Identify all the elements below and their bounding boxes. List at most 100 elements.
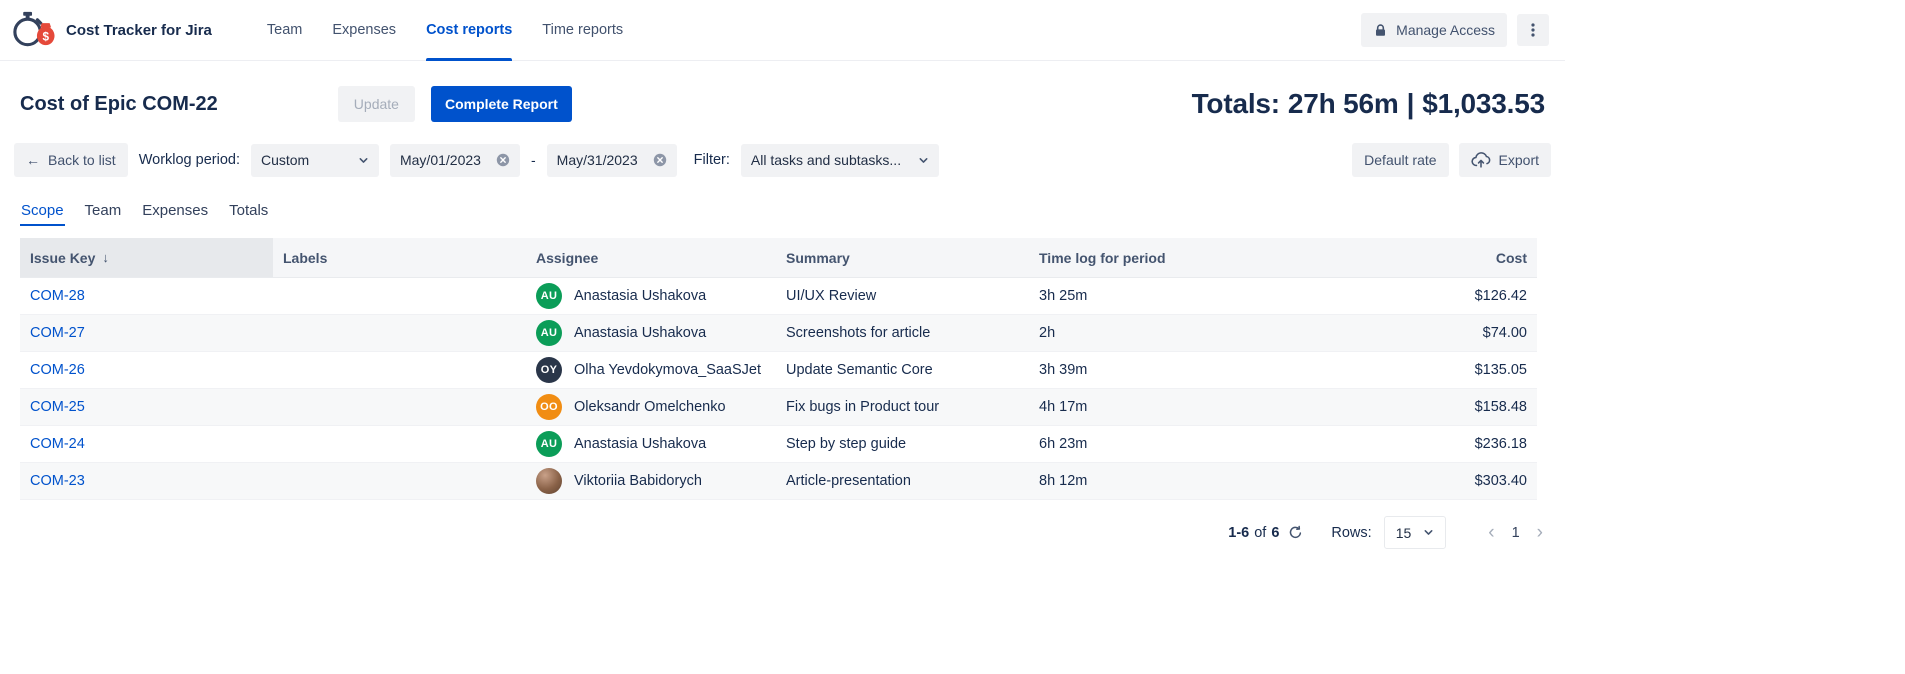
summary-cell: Update Semantic Core xyxy=(776,362,1029,378)
table-row: COM-24 AU Anastasia Ushakova Step by ste… xyxy=(20,426,1537,463)
refresh-button[interactable] xyxy=(1288,525,1303,540)
nav-item-expenses[interactable]: Expenses xyxy=(317,0,411,60)
report-tabs: Scope Team Expenses Totals xyxy=(0,202,1565,226)
summary-cell: Fix bugs in Product tour xyxy=(776,399,1029,415)
issue-key-link[interactable]: COM-26 xyxy=(30,362,85,378)
filter-bar: ← Back to list Worklog period: Custom Ma… xyxy=(0,143,1565,177)
assignee-avatar: OO xyxy=(536,394,562,420)
back-to-list-button[interactable]: ← Back to list xyxy=(14,143,128,177)
complete-report-button[interactable]: Complete Report xyxy=(431,86,572,122)
svg-text:$: $ xyxy=(42,30,49,43)
table-row: COM-23 Viktoriia Babidorych Article-pres… xyxy=(20,463,1537,500)
range-of-label: of xyxy=(1254,525,1266,541)
lock-icon xyxy=(1373,23,1388,38)
totals-time: 27h 56m xyxy=(1288,88,1399,120)
assignee-name: Olha Yevdokymova_SaaSJet xyxy=(574,362,761,378)
tab-totals[interactable]: Totals xyxy=(228,202,269,226)
default-rate-button[interactable]: Default rate xyxy=(1352,143,1448,177)
kebab-icon xyxy=(1525,22,1541,38)
clear-icon xyxy=(653,153,667,167)
date-range-separator: - xyxy=(531,152,536,168)
range-total: 6 xyxy=(1271,525,1279,541)
table-header-row: Issue Key ↓ Labels Assignee Summary Time… xyxy=(20,238,1537,278)
column-header-cost[interactable]: Cost xyxy=(1282,238,1537,277)
column-header-assignee[interactable]: Assignee xyxy=(526,238,776,277)
manage-access-button[interactable]: Manage Access xyxy=(1361,13,1507,47)
rows-per-page-label: Rows: xyxy=(1331,525,1371,541)
tab-expenses[interactable]: Expenses xyxy=(141,202,209,226)
totals-summary: Totals: 27h 56m | $1,033.53 xyxy=(1192,88,1545,120)
issue-key-link[interactable]: COM-25 xyxy=(30,399,85,415)
assignee-name: Anastasia Ushakova xyxy=(574,325,706,341)
rows-per-page-value: 15 xyxy=(1396,525,1412,541)
next-page-button[interactable]: › xyxy=(1535,523,1545,542)
refresh-icon xyxy=(1288,525,1303,540)
issue-key-link[interactable]: COM-28 xyxy=(30,288,85,304)
worklog-period-select[interactable]: Custom xyxy=(251,144,379,177)
date-to-input[interactable]: May/31/2023 xyxy=(547,144,677,177)
nav-item-time-reports[interactable]: Time reports xyxy=(527,0,638,60)
time-log-cell: 2h xyxy=(1029,325,1282,341)
row-range-indicator: 1-6 of 6 xyxy=(1228,525,1279,541)
filter-right-actions: Default rate Export xyxy=(1352,143,1551,177)
assignee-cell: Viktoriia Babidorych xyxy=(526,468,776,494)
totals-separator: | xyxy=(1407,88,1415,120)
issue-key-link[interactable]: COM-27 xyxy=(30,325,85,341)
time-log-cell: 3h 39m xyxy=(1029,362,1282,378)
issue-key-link[interactable]: COM-24 xyxy=(30,436,85,452)
topbar-actions: Manage Access xyxy=(1361,13,1549,47)
column-header-labels[interactable]: Labels xyxy=(273,238,526,277)
back-to-list-label: Back to list xyxy=(48,152,116,168)
issue-key-header-label: Issue Key xyxy=(30,250,95,266)
cost-cell: $126.42 xyxy=(1282,288,1537,304)
top-navigation-bar: $ Cost Tracker for Jira Team Expenses Co… xyxy=(0,0,1565,61)
clear-date-from-button[interactable] xyxy=(496,153,510,167)
sort-descending-icon: ↓ xyxy=(102,250,109,265)
totals-cost: $1,033.53 xyxy=(1422,88,1545,120)
column-header-time-log[interactable]: Time log for period xyxy=(1029,238,1282,277)
tab-scope[interactable]: Scope xyxy=(20,202,65,226)
table-body: COM-28 AU Anastasia Ushakova UI/UX Revie… xyxy=(20,278,1537,500)
column-header-issue-key[interactable]: Issue Key ↓ xyxy=(20,238,273,277)
rows-per-page-select[interactable]: 15 xyxy=(1384,516,1447,549)
cost-cell: $303.40 xyxy=(1282,473,1537,489)
date-from-input[interactable]: May/01/2023 xyxy=(390,144,520,177)
worklog-period-value: Custom xyxy=(261,152,309,168)
assignee-name: Viktoriia Babidorych xyxy=(574,473,702,489)
more-options-button[interactable] xyxy=(1517,14,1549,46)
assignee-cell: AU Anastasia Ushakova xyxy=(526,431,776,457)
time-log-cell: 3h 25m xyxy=(1029,288,1282,304)
cost-cell: $236.18 xyxy=(1282,436,1537,452)
chevron-down-icon xyxy=(918,155,929,166)
app-shell: $ Cost Tracker for Jira Team Expenses Co… xyxy=(0,0,1565,549)
summary-cell: UI/UX Review xyxy=(776,288,1029,304)
update-button[interactable]: Update xyxy=(338,86,415,122)
table-row: COM-27 AU Anastasia Ushakova Screenshots… xyxy=(20,315,1537,352)
tab-team[interactable]: Team xyxy=(84,202,123,226)
summary-cell: Step by step guide xyxy=(776,436,1029,452)
issue-key-link[interactable]: COM-23 xyxy=(30,473,85,489)
app-logo-stopwatch-icon: $ xyxy=(10,10,56,50)
clear-date-to-button[interactable] xyxy=(653,153,667,167)
column-header-summary[interactable]: Summary xyxy=(776,238,1029,277)
scope-table: Issue Key ↓ Labels Assignee Summary Time… xyxy=(20,238,1537,500)
clear-icon xyxy=(496,153,510,167)
manage-access-label: Manage Access xyxy=(1396,22,1495,38)
assignee-cell: AU Anastasia Ushakova xyxy=(526,283,776,309)
assignee-cell: OO Oleksandr Omelchenko xyxy=(526,394,776,420)
task-filter-value: All tasks and subtasks... xyxy=(751,152,901,168)
nav-item-team[interactable]: Team xyxy=(252,0,317,60)
summary-cell: Screenshots for article xyxy=(776,325,1029,341)
cloud-export-icon xyxy=(1471,152,1491,168)
chevron-down-icon xyxy=(1423,527,1434,538)
assignee-avatar: AU xyxy=(536,431,562,457)
current-page-number: 1 xyxy=(1512,525,1520,541)
pagination: ‹ 1 › xyxy=(1486,523,1545,542)
export-button[interactable]: Export xyxy=(1459,143,1551,177)
time-log-cell: 6h 23m xyxy=(1029,436,1282,452)
nav-item-cost-reports[interactable]: Cost reports xyxy=(411,0,527,60)
table-footer: 1-6 of 6 Rows: 15 ‹ 1 › xyxy=(20,516,1545,549)
previous-page-button[interactable]: ‹ xyxy=(1486,523,1496,542)
task-filter-select[interactable]: All tasks and subtasks... xyxy=(741,144,939,177)
time-log-cell: 8h 12m xyxy=(1029,473,1282,489)
